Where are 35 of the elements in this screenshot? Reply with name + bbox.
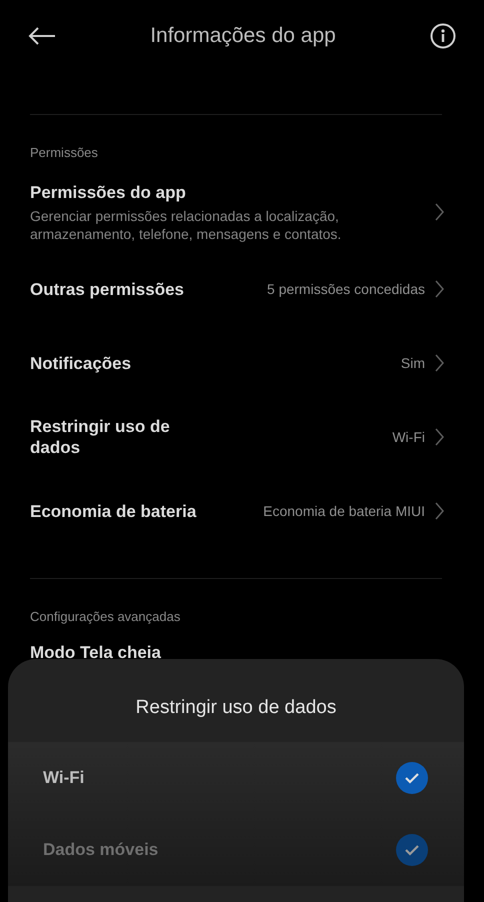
row-value: Economia de bateria MIUI	[263, 503, 425, 519]
settings-row[interactable]: Restringir uso de dados Wi-Fi	[0, 400, 484, 474]
settings-row[interactable]: Notificações Sim	[0, 326, 484, 400]
settings-row[interactable]: Economia de bateria Economia de bateria MIUI	[0, 474, 484, 548]
option-label: Dados móveis	[43, 840, 158, 860]
settings-row[interactable]: Permissões do app Gerenciar permissões relacionadas a localização, armazenamento, telefone, mensagens e contatos.	[0, 172, 484, 252]
settings-row[interactable]: Outras permissões 5 permissões concedidas	[0, 252, 484, 326]
row-title[interactable]: Modo Tela cheia	[30, 643, 161, 662]
chevron-icon	[435, 354, 444, 372]
option-label: Wi-Fi	[43, 768, 84, 788]
row-subtitle: Gerenciar permissões relacionadas a localização, armazenamento, telefone, mensagens e contatos.	[30, 206, 342, 242]
chevron-icon	[435, 428, 444, 446]
row-title: Notificações	[30, 352, 132, 374]
back-button[interactable]	[28, 26, 56, 46]
row-value: Sim	[400, 355, 425, 371]
section-label: Permissões	[29, 144, 99, 162]
check-icon	[404, 772, 420, 784]
option-row[interactable]: Wi-Fi	[8, 742, 464, 814]
row-value: Wi-Fi	[392, 429, 425, 445]
back-arrow-icon	[28, 26, 56, 46]
row-title: Permissões do app	[30, 182, 187, 202]
row-title: Economia de bateria	[30, 500, 196, 522]
checkbox[interactable]	[396, 762, 428, 794]
chevron-icon	[435, 502, 444, 520]
info-button[interactable]	[430, 23, 456, 49]
chevron-icon	[435, 203, 444, 221]
screen-title: Informações do app	[150, 24, 336, 48]
chevron-icon	[435, 280, 444, 298]
section-label: Configurações avançadas	[29, 608, 182, 626]
sheet-title: Restringir uso de dados	[136, 697, 336, 719]
row-value: 5 permissões concedidas	[267, 281, 425, 297]
info-icon	[430, 23, 456, 49]
row-title: Restringir uso de dados	[30, 416, 171, 458]
check-icon	[404, 844, 420, 856]
row-title: Outras permissões	[30, 278, 184, 300]
